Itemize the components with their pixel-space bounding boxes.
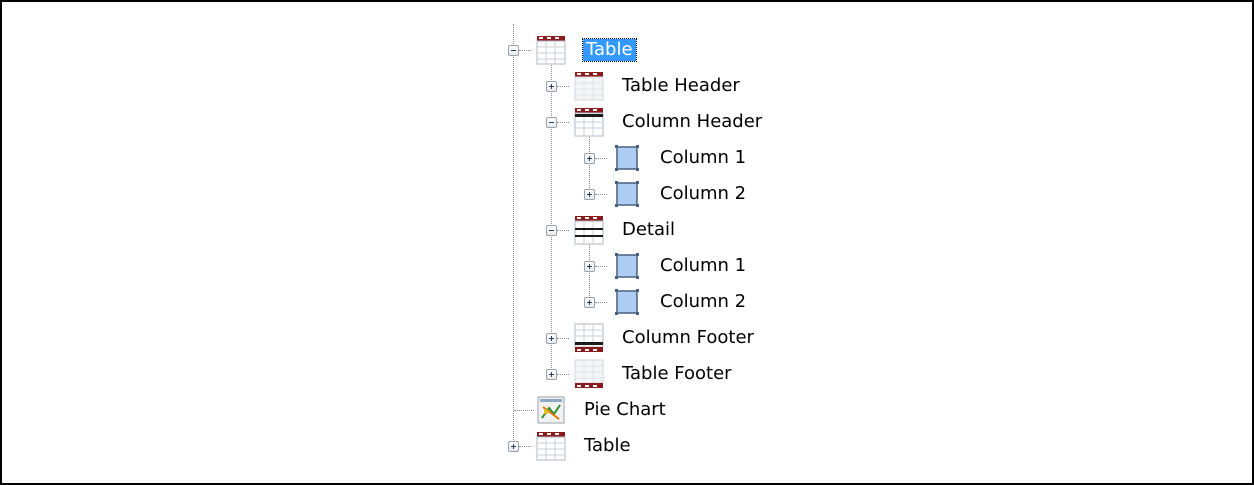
tree-panel: Table Table Header Column Header Column …	[0, 0, 1254, 485]
table-footer-icon	[574, 359, 604, 388]
tree-branch-line	[557, 374, 569, 375]
report-outline-tree: Table Table Header Column Header Column …	[2, 2, 1252, 483]
tree-branch-line	[595, 158, 607, 159]
expand-toggle[interactable]	[584, 297, 595, 308]
expand-toggle[interactable]	[508, 441, 519, 452]
tree-branch-line	[519, 446, 531, 447]
tree-guide-line	[513, 24, 514, 444]
tree-node-label[interactable]: Column 1	[657, 255, 749, 277]
expand-toggle[interactable]	[584, 153, 595, 164]
pie-chart-icon	[537, 396, 565, 424]
tree-branch-line	[595, 302, 607, 303]
tree-node-label[interactable]: Pie Chart	[581, 399, 669, 421]
column-cell-icon	[615, 253, 639, 279]
table-icon	[536, 432, 566, 461]
table-header-icon	[574, 72, 604, 101]
tree-branch-line	[557, 122, 569, 123]
tree-branch-line	[514, 410, 534, 411]
tree-branch-line	[557, 338, 569, 339]
expand-toggle[interactable]	[584, 261, 595, 272]
tree-node-label[interactable]: Table	[582, 38, 637, 62]
tree-node-label[interactable]: Table	[581, 435, 634, 457]
tree-node-label[interactable]: Column 2	[657, 183, 749, 205]
column-cell-icon	[615, 181, 639, 207]
tree-node-label[interactable]: Detail	[619, 219, 678, 241]
tree-guide-line	[589, 242, 590, 302]
collapse-toggle[interactable]	[546, 225, 557, 236]
tree-node-label[interactable]: Table Footer	[619, 363, 735, 385]
tree-guide-line	[551, 62, 552, 374]
tree-node-label[interactable]: Column 2	[657, 291, 749, 313]
expand-toggle[interactable]	[546, 369, 557, 380]
tree-node-label[interactable]: Table Header	[619, 75, 743, 97]
detail-band-icon	[574, 216, 604, 245]
tree-guide-line	[589, 134, 590, 194]
collapse-toggle[interactable]	[508, 45, 519, 56]
tree-branch-line	[557, 86, 569, 87]
expand-toggle[interactable]	[546, 81, 557, 92]
tree-branch-line	[595, 266, 607, 267]
tree-node-label[interactable]: Column Footer	[619, 327, 757, 349]
column-header-icon	[574, 108, 604, 137]
expand-toggle[interactable]	[546, 333, 557, 344]
column-cell-icon	[615, 289, 639, 315]
tree-node-label[interactable]: Column Header	[619, 111, 765, 133]
tree-node-label[interactable]: Column 1	[657, 147, 749, 169]
tree-branch-line	[595, 194, 607, 195]
column-cell-icon	[615, 145, 639, 171]
column-footer-icon	[574, 323, 604, 352]
tree-branch-line	[519, 50, 531, 51]
tree-branch-line	[557, 230, 569, 231]
table-icon	[536, 36, 566, 65]
collapse-toggle[interactable]	[546, 117, 557, 128]
expand-toggle[interactable]	[584, 189, 595, 200]
